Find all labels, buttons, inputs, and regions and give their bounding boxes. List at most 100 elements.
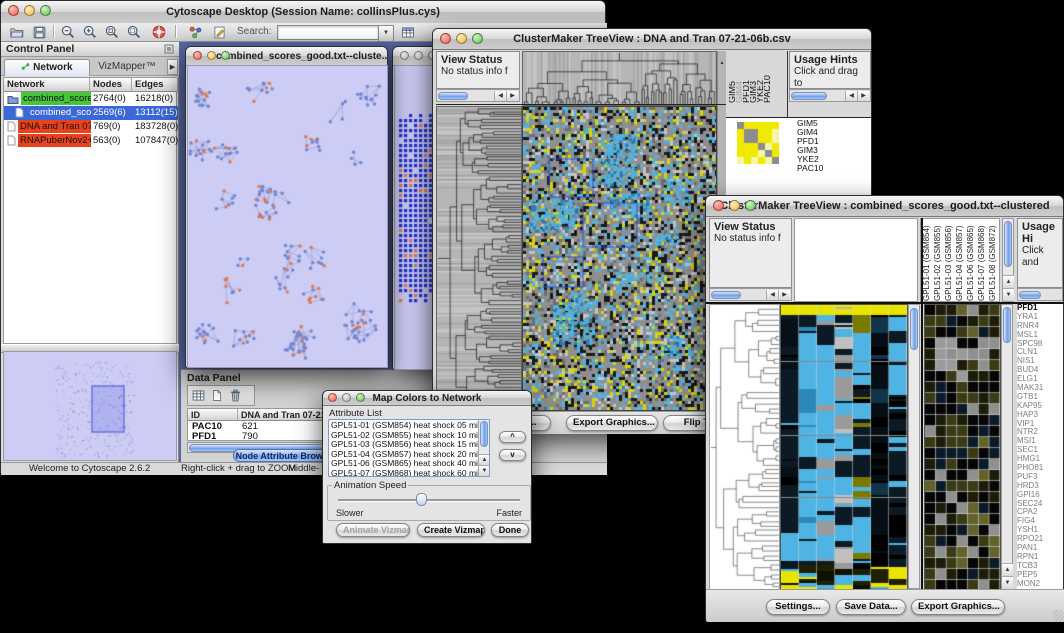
main-titlebar[interactable]: Cytoscape Desktop (Session Name: collins… — [1, 1, 605, 24]
tv2-heatmap-scrollbar[interactable] — [908, 304, 920, 589]
maximize-icon[interactable] — [356, 393, 365, 402]
scrollbar-thumb[interactable] — [1019, 291, 1041, 299]
tab-network[interactable]: Network — [4, 59, 90, 76]
zoom-out-button[interactable] — [58, 23, 78, 41]
create-vizmap-button[interactable]: Create Vizmap — [417, 523, 485, 537]
network-row-rnapuber[interactable]: RNAPuberNov2+ 563(0) 107847(0) — [4, 134, 178, 148]
annotation-button[interactable] — [209, 23, 229, 41]
attribute-list-item[interactable]: GPL51-07 (GSM868) heat shock 60 min — [331, 469, 477, 477]
scrollbar-thumb[interactable] — [1004, 221, 1012, 267]
scroll-right-icon[interactable]: ▶ — [857, 91, 869, 101]
export-graphics-button[interactable]: Export Graphics... — [911, 599, 1005, 615]
speed-slider-track[interactable] — [338, 499, 520, 502]
scroll-down-icon[interactable]: ▼ — [479, 465, 490, 476]
select-attributes-icon[interactable] — [191, 388, 206, 403]
column-label[interactable]: GPL51-06 (GSM865) — [965, 219, 976, 301]
scroll-left-icon[interactable]: ◀ — [845, 91, 857, 101]
minimize-icon[interactable] — [24, 5, 35, 16]
tv2-zoom-scrollbar[interactable]: ▲ ▼ — [1001, 304, 1013, 589]
tv2-heatmap[interactable] — [780, 304, 908, 591]
column-header-network[interactable]: Network — [4, 78, 90, 92]
maximize-icon[interactable] — [745, 200, 756, 211]
maximize-icon[interactable] — [472, 33, 483, 44]
save-data-button[interactable]: Save Data... — [836, 599, 906, 615]
open-file-button[interactable] — [7, 23, 27, 41]
close-icon[interactable] — [713, 200, 724, 211]
done-button[interactable]: Done — [491, 523, 529, 537]
table-row[interactable]: PFD1 — [192, 431, 216, 442]
tv1-row-dendrogram[interactable] — [436, 106, 522, 411]
tv2-status-scrollbar[interactable]: ◀▶ — [709, 288, 792, 301]
zoom-fit-button[interactable] — [124, 23, 144, 41]
gene-label[interactable]: MON2 — [1017, 580, 1055, 589]
tv1-status-scrollbar[interactable]: ◀▶ — [436, 89, 520, 102]
column-label[interactable]: YKE2 — [757, 80, 764, 103]
attribute-list-scrollbar[interactable]: ▲ ▼ — [478, 420, 489, 476]
network-row-combined-scores[interactable]: combined_scores 2764(0) 16218(0) — [4, 92, 178, 106]
trash-icon[interactable] — [228, 388, 243, 403]
column-header-id[interactable]: ID — [188, 409, 238, 421]
help-button[interactable] — [149, 23, 169, 41]
treeview1-titlebar[interactable]: ClusterMaker TreeView : DNA and Tran 07-… — [433, 29, 871, 50]
birdseye-view[interactable] — [3, 351, 177, 461]
network-row-combined-sco-selected[interactable]: combined_sco 2569(6) 13112(15) — [4, 106, 178, 120]
column-label[interactable]: GIM5 — [729, 81, 736, 103]
close-icon[interactable] — [8, 5, 19, 16]
scrollbar-thumb[interactable] — [438, 92, 468, 100]
maximize-icon[interactable] — [221, 51, 230, 60]
network1-canvas[interactable] — [187, 65, 388, 368]
close-icon[interactable] — [440, 33, 451, 44]
scrollbar-thumb[interactable] — [711, 291, 741, 299]
column-label[interactable]: GPL51-07 (GSM868) — [976, 219, 987, 301]
tv2-column-scrollbar[interactable]: ▲ ▼ — [1002, 218, 1014, 302]
column-label[interactable]: GPL51-04 (GSM857) — [954, 219, 965, 301]
tv2-zoom-heatmap[interactable] — [924, 304, 1001, 591]
dialog-titlebar[interactable]: Map Colors to Network — [323, 391, 531, 406]
column-label[interactable]: GPL51-02 (GSM855) — [932, 219, 943, 301]
column-label[interactable]: GIM3 — [750, 81, 757, 103]
scroll-right-icon[interactable]: ▶ — [506, 91, 518, 101]
scroll-down-icon[interactable]: ▼ — [1003, 288, 1014, 301]
scroll-up-icon[interactable]: ▲ — [720, 60, 725, 66]
save-session-button[interactable] — [29, 23, 49, 41]
speed-slider-thumb[interactable] — [416, 493, 427, 506]
scrollbar-thumb[interactable] — [480, 421, 488, 447]
search-input[interactable] — [277, 25, 379, 40]
network-row-dna-tran[interactable]: DNA and Tran 07 769(0) 183728(0) — [4, 120, 178, 134]
tv1-column-dendrogram[interactable] — [522, 51, 717, 106]
zoom-selected-button[interactable] — [102, 23, 122, 41]
scroll-right-icon[interactable]: ▶ — [778, 290, 790, 300]
tv2-row-dendrogram[interactable] — [709, 304, 780, 591]
column-label[interactable]: GPL51-08 (GSM872) — [987, 219, 998, 301]
maximize-icon[interactable] — [40, 5, 51, 16]
column-label[interactable]: GPL51-03 (GSM856) — [943, 219, 954, 301]
minimize-icon[interactable] — [342, 393, 351, 402]
move-up-button[interactable]: ^ — [499, 431, 526, 443]
tab-vizmapper[interactable]: VizMapper™ — [89, 59, 165, 75]
scrollbar-thumb[interactable] — [791, 92, 827, 100]
scroll-left-icon[interactable]: ◀ — [766, 290, 778, 300]
column-label[interactable]: PAC10 — [764, 75, 771, 103]
search-dropdown-button[interactable]: ▼ — [378, 25, 394, 42]
tv1-mini-heatmap[interactable] — [737, 122, 779, 164]
scrollbar-thumb[interactable] — [1003, 307, 1011, 343]
scroll-left-icon[interactable]: ◀ — [494, 91, 506, 101]
close-icon[interactable] — [193, 51, 202, 60]
network-editor-button[interactable] — [185, 23, 205, 41]
minimize-icon[interactable] — [414, 51, 423, 60]
move-down-button[interactable]: v — [499, 449, 526, 461]
close-icon[interactable] — [328, 393, 337, 402]
attribute-browser-button[interactable] — [398, 23, 418, 41]
scroll-down-icon[interactable]: ▼ — [1002, 576, 1013, 589]
close-icon[interactable] — [400, 51, 409, 60]
scroll-up-icon[interactable]: ▲ — [479, 454, 490, 465]
animate-vizmap-button[interactable]: Animate Vizmap — [336, 523, 410, 537]
tv1-usage-scrollbar[interactable]: ◀▶ — [789, 89, 871, 102]
network1-titlebar[interactable]: combined_scores_good.txt--cluste... — [186, 47, 387, 66]
tv2-column-tree-area[interactable] — [794, 218, 918, 302]
scrollbar-thumb[interactable] — [910, 308, 918, 350]
tv1-heatmap[interactable] — [522, 106, 717, 411]
settings-button[interactable]: Settings... — [766, 599, 830, 615]
scroll-up-icon[interactable]: ▲ — [1003, 275, 1014, 288]
column-label[interactable]: GIM4 — [736, 81, 743, 103]
